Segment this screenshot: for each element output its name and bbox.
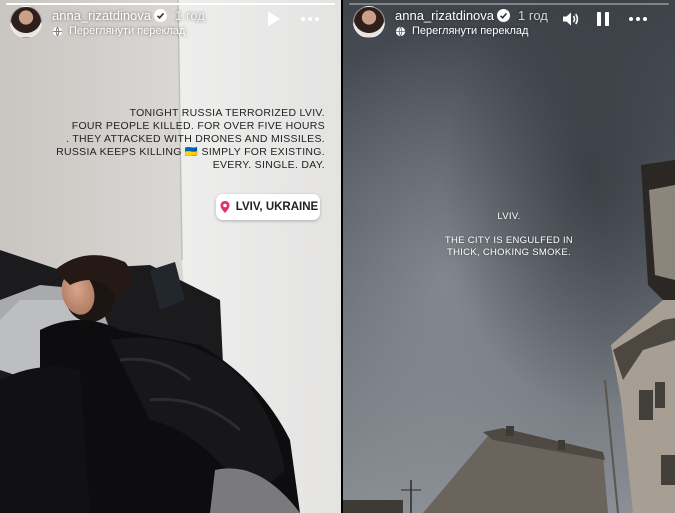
volume-icon [563, 12, 579, 26]
caption-line: RUSSIA KEEPS KILLING 🇺🇦 SIMPLY FOR EXIST… [56, 146, 325, 158]
username[interactable]: anna_rizatdinova [395, 8, 494, 23]
caption-line: . THEY ATTACKED WITH DRONES AND MISSILES… [66, 133, 325, 145]
story-progress-fill [6, 3, 335, 5]
avatar[interactable] [353, 6, 385, 38]
caption-line: LVIV. [497, 211, 521, 222]
story-progress-bar [349, 3, 669, 5]
post-time: 1 год [518, 8, 548, 23]
more-icon [301, 17, 319, 21]
story-panel-right[interactable]: anna_rizatdinova 1 год Переглянути перекл… [343, 0, 675, 513]
caption-line: TONIGHT RUSSIA TERRORIZED LVIV. [129, 107, 325, 119]
story-panel-left[interactable]: anna_rizatdinova 1 год Переглянути перекл… [0, 0, 341, 513]
story-photo-left [0, 0, 341, 513]
translate-label: Переглянути переклад [412, 25, 529, 37]
post-time: 1 год [175, 8, 205, 23]
story-caption: TONIGHT RUSSIA TERRORIZED LVIV. FOUR PEO… [56, 107, 325, 172]
username-row: anna_rizatdinova 1 год [395, 8, 548, 23]
globe-icon [52, 26, 63, 36]
verified-badge-icon [497, 9, 511, 22]
avatar[interactable] [10, 6, 42, 38]
story-caption: LVIV. THE CITY IS ENGULFED IN THICK, CHO… [343, 211, 675, 259]
verified-badge-icon [154, 9, 168, 22]
location-sticker[interactable]: LVIV, UKRAINE [216, 194, 320, 220]
more-options-button[interactable] [628, 9, 648, 29]
translate-label: Переглянути переклад [69, 25, 186, 37]
play-icon [268, 11, 280, 27]
caption-line: FOUR PEOPLE KILLED. FOR OVER FIVE HOURS [71, 120, 325, 132]
globe-icon [395, 26, 406, 36]
pause-icon [597, 12, 609, 26]
username-row: anna_rizatdinova 1 год [52, 8, 205, 23]
location-label: LVIV, UKRAINE [235, 201, 319, 213]
username[interactable]: anna_rizatdinova [52, 8, 151, 23]
play-button[interactable] [263, 9, 283, 29]
caption-line: THICK, CHOKING SMOKE. [446, 247, 571, 258]
more-icon [629, 17, 647, 21]
mute-button[interactable] [561, 9, 581, 29]
story-progress-bar [6, 3, 335, 5]
translate-link[interactable]: Переглянути переклад [52, 25, 185, 37]
location-pin-icon [220, 201, 230, 213]
translate-link[interactable]: Переглянути переклад [395, 25, 528, 37]
caption-line: EVERY. SINGLE. DAY. [212, 159, 325, 171]
pause-button[interactable] [593, 9, 613, 29]
more-options-button[interactable] [300, 9, 320, 29]
story-header: anna_rizatdinova 1 год Переглянути перекл… [353, 6, 667, 40]
story-header: anna_rizatdinova 1 год Переглянути перекл… [10, 6, 333, 40]
caption-line: THE CITY IS ENGULFED IN [444, 235, 574, 246]
